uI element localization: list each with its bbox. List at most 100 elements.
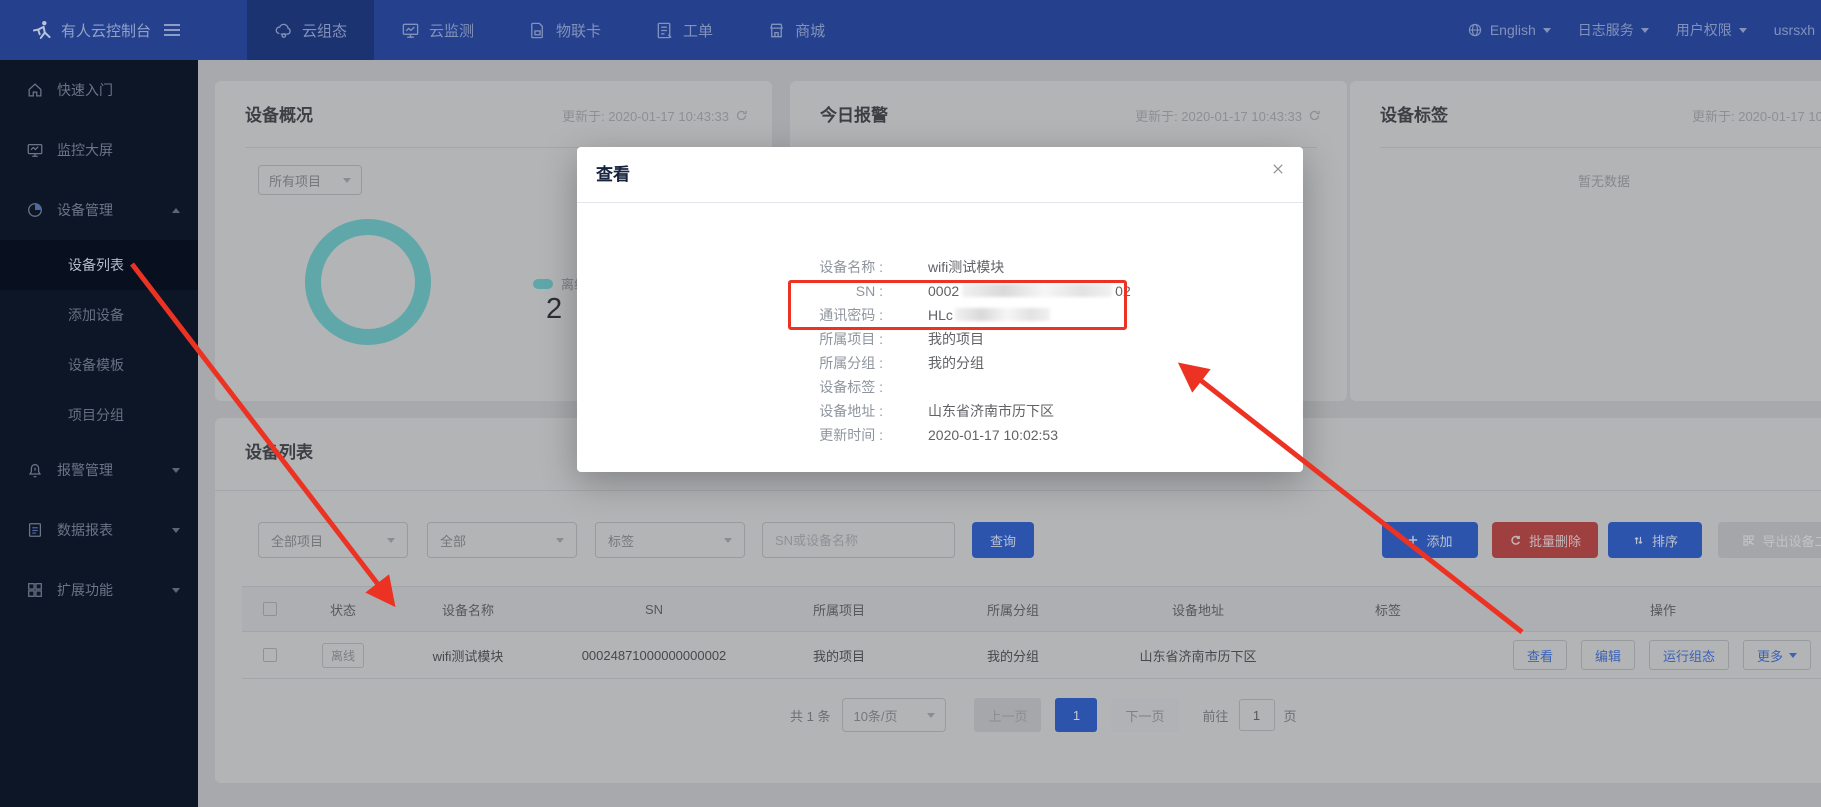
nav-item-cloud-scada[interactable]: 云组态 <box>247 0 374 60</box>
grid-icon <box>26 581 44 599</box>
detail-row-sn: SN : 000202 <box>577 279 1303 303</box>
col-status: 状态 <box>298 600 388 619</box>
refresh-icon[interactable] <box>1308 109 1321 122</box>
nav-item-mall[interactable]: 商城 <box>740 0 852 60</box>
divider <box>577 202 1303 203</box>
caret-down-icon <box>1641 28 1649 33</box>
username[interactable]: usrsxh <box>1774 22 1815 38</box>
cloud-icon <box>274 21 293 40</box>
refresh-icon[interactable] <box>735 109 748 122</box>
more-button[interactable]: 更多 <box>1743 640 1811 670</box>
next-page-button[interactable]: 下一页 <box>1111 698 1178 732</box>
sidebar-item-data-report[interactable]: 数据报表 <box>0 500 198 560</box>
work-order-icon <box>655 21 674 40</box>
navbar-right: English 日志服务 用户权限 usrsxh <box>1467 20 1821 40</box>
view-button[interactable]: 查看 <box>1513 640 1567 670</box>
col-project: 所属项目 <box>760 600 918 619</box>
divider <box>215 490 1821 491</box>
refresh-c-icon <box>1509 534 1522 547</box>
cell-address: 山东省济南市历下区 <box>1108 646 1288 665</box>
goto-page-input[interactable] <box>1239 699 1275 731</box>
sidebar-item-device-management[interactable]: 设备管理 <box>0 180 198 240</box>
cell-actions: 查看 编辑 运行组态 更多 <box>1488 640 1821 670</box>
search-button[interactable]: 查询 <box>972 522 1034 558</box>
cell-device-name: wifi测试模块 <box>388 646 548 665</box>
cell-sn: 00024871000000000002 <box>548 648 760 663</box>
add-device-button[interactable]: 添加 <box>1382 522 1478 558</box>
sidebar-item-extensions[interactable]: 扩展功能 <box>0 560 198 620</box>
divider <box>1380 147 1821 148</box>
close-icon[interactable] <box>1271 162 1285 176</box>
card-title: 设备列表 <box>245 438 313 463</box>
sort-arrows-icon <box>1632 534 1645 547</box>
table-row: 离线 wifi测试模块 00024871000000000002 我的项目 我的… <box>242 632 1821 679</box>
device-management-submenu: 设备列表 添加设备 设备模板 项目分组 <box>0 240 198 440</box>
card-title: 设备标签 <box>1380 101 1448 126</box>
card-title: 今日报警 <box>820 101 888 126</box>
detail-row-group: 所属分组 : 我的分组 <box>577 351 1303 375</box>
primary-nav: 云组态 云监测 物联卡 <box>247 0 852 60</box>
col-group: 所属分组 <box>918 600 1108 619</box>
view-device-modal: 查看 设备名称 : wifi测试模块 SN : 000202 通讯密码 : HL… <box>577 147 1303 472</box>
project-select[interactable]: 全部项目 <box>258 522 408 558</box>
device-detail-list: 设备名称 : wifi测试模块 SN : 000202 通讯密码 : HLc 所… <box>577 255 1303 447</box>
sidebar-item-big-screen[interactable]: 监控大屏 <box>0 120 198 180</box>
page-size-select[interactable]: 10条/页 <box>842 698 946 732</box>
detail-row-password: 通讯密码 : HLc <box>577 303 1303 327</box>
device-tags-card: 设备标签 更新于: 2020-01-17 10:43:33 暂无数据 <box>1350 81 1821 401</box>
sidebar-subitem-device-template[interactable]: 设备模板 <box>0 340 198 390</box>
sort-button[interactable]: 排序 <box>1608 522 1702 558</box>
sidebar-item-quick-start[interactable]: 快速入门 <box>0 60 198 120</box>
edit-button[interactable]: 编辑 <box>1581 640 1635 670</box>
log-service-menu[interactable]: 日志服务 <box>1578 20 1649 40</box>
nav-item-cloud-monitor[interactable]: 云监测 <box>374 0 501 60</box>
globe-icon <box>1467 22 1483 38</box>
select-all-checkbox[interactable] <box>263 602 277 616</box>
card-updated: 更新于: 2020-01-17 10:43:33 <box>1692 106 1821 125</box>
big-screen-icon <box>26 141 44 159</box>
status-select[interactable]: 全部 <box>427 522 577 558</box>
brand: 有人云控制台 <box>0 0 247 60</box>
tag-select[interactable]: 标签 <box>595 522 745 558</box>
sim-card-icon <box>528 21 547 40</box>
cell-group: 我的分组 <box>918 646 1108 665</box>
goto-unit: 页 <box>1284 706 1297 725</box>
sidebar-item-alarm-management[interactable]: 报警管理 <box>0 440 198 500</box>
caret-down-icon <box>1739 28 1747 33</box>
qr-code-icon <box>1742 534 1755 547</box>
detail-row-updated: 更新时间 : 2020-01-17 10:02:53 <box>577 423 1303 447</box>
redacted-sn <box>962 284 1112 297</box>
nav-item-iot-card[interactable]: 物联卡 <box>501 0 628 60</box>
caret-down-icon <box>1543 28 1551 33</box>
col-actions: 操作 <box>1488 600 1821 619</box>
status-badge: 离线 <box>322 643 364 668</box>
search-input[interactable] <box>775 533 942 548</box>
export-qr-button[interactable]: 导出设备二维码 <box>1718 522 1821 558</box>
empty-placeholder: 暂无数据 <box>1578 171 1630 190</box>
caret-down-icon <box>556 538 564 543</box>
cell-project: 我的项目 <box>760 646 918 665</box>
batch-delete-button[interactable]: 批量删除 <box>1492 522 1598 558</box>
user-permission-menu[interactable]: 用户权限 <box>1676 20 1747 40</box>
sidebar-subitem-device-list[interactable]: 设备列表 <box>0 240 198 290</box>
home-icon <box>26 81 44 99</box>
pie-chart-icon <box>26 201 44 219</box>
storefront-icon <box>767 21 786 40</box>
sidebar-subitem-add-device[interactable]: 添加设备 <box>0 290 198 340</box>
hamburger-menu-icon[interactable] <box>164 24 180 36</box>
sidebar-subitem-project-group[interactable]: 项目分组 <box>0 390 198 440</box>
language-switcher[interactable]: English <box>1467 22 1551 38</box>
detail-row-project: 所属项目 : 我的项目 <box>577 327 1303 351</box>
col-sn: SN <box>548 602 760 617</box>
prev-page-button[interactable]: 上一页 <box>974 698 1041 732</box>
col-device-name: 设备名称 <box>388 600 548 619</box>
col-address: 设备地址 <box>1108 600 1288 619</box>
row-checkbox[interactable] <box>263 648 277 662</box>
caret-up-icon <box>172 208 180 213</box>
col-tag: 标签 <box>1288 600 1488 619</box>
device-list-card: 设备列表 全部项目 全部 标签 查询 添加 <box>215 418 1821 783</box>
run-scada-button[interactable]: 运行组态 <box>1649 640 1729 670</box>
nav-item-work-order[interactable]: 工单 <box>628 0 740 60</box>
current-page-button[interactable]: 1 <box>1055 698 1097 732</box>
project-filter-select[interactable]: 所有项目 <box>258 165 362 195</box>
